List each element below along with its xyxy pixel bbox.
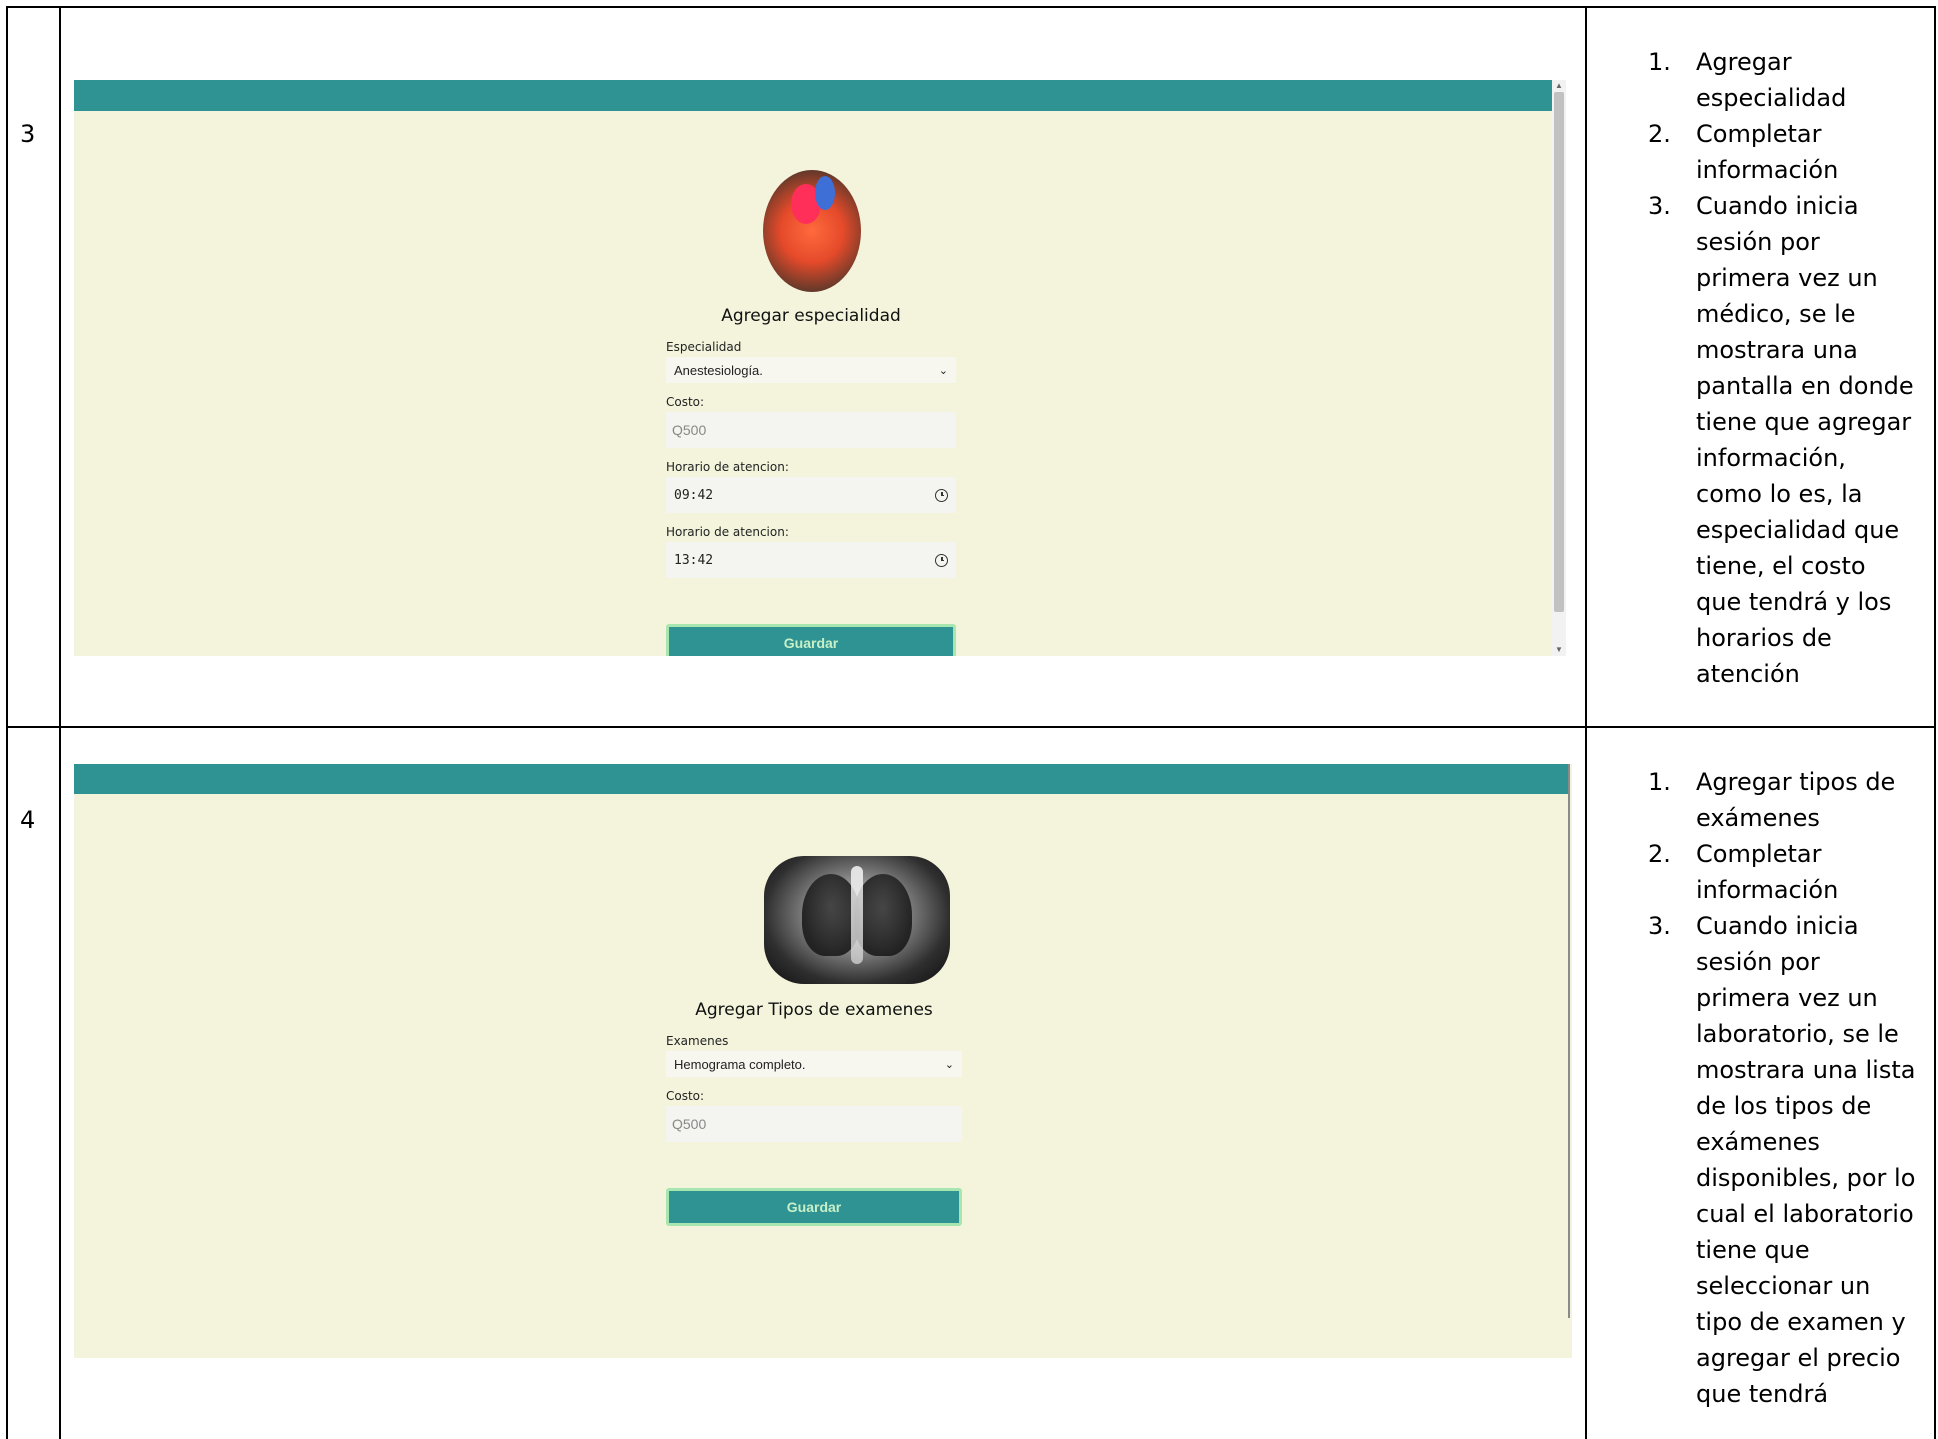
scrollbar-thumb[interactable]: [1554, 92, 1564, 612]
chevron-down-icon: ⌄: [944, 1058, 954, 1071]
table-number-column-divider: [59, 6, 61, 1439]
scroll-down-arrow-icon[interactable]: ▼: [1552, 644, 1566, 656]
examenes-select[interactable]: Hemograma completo. ⌄: [666, 1051, 962, 1077]
row-4-notes: 1. Agregar tipos de exámenes 2. Completar …: [1648, 764, 1918, 1412]
chevron-down-icon: ⌄: [938, 364, 948, 377]
horario-inicio-value: 09:42: [674, 487, 714, 503]
scroll-up-arrow-icon[interactable]: ▲: [1552, 80, 1566, 92]
table-top-border: [6, 6, 1934, 8]
table-left-border: [6, 6, 8, 1439]
spine-shape: [851, 866, 863, 964]
horario-fin-label: Horario de atencion:: [666, 525, 789, 539]
costo-placeholder: Q500: [672, 1116, 707, 1132]
row-3-notes: 1. Agregar especialidad 2. Completar infor…: [1648, 44, 1918, 692]
examenes-form: Agregar Tipos de examenes Examenes Hemog…: [666, 1000, 962, 1226]
especialidad-form: Agregar especialidad Especialidad Aneste…: [666, 306, 956, 656]
horario-inicio-input[interactable]: 09:42: [666, 477, 956, 513]
screenshot-agregar-tipos-examenes: Agregar Tipos de examenes Examenes Hemog…: [74, 764, 1572, 1358]
form-title: Agregar especialidad: [721, 306, 901, 326]
app-header-bar: [74, 764, 1568, 794]
note-item: 2. Completar información: [1648, 840, 1839, 904]
vertical-scrollbar[interactable]: ▲ ▼: [1552, 80, 1566, 656]
costo-label: Costo:: [666, 1089, 705, 1103]
app-header-bar: [74, 80, 1552, 111]
clock-icon[interactable]: [935, 488, 948, 502]
costo-input[interactable]: Q500: [666, 412, 956, 448]
note-item: 1. Agregar tipos de exámenes: [1648, 768, 1896, 832]
costo-input[interactable]: Q500: [666, 1106, 962, 1142]
row-number: 3: [20, 120, 36, 148]
horario-fin-value: 13:42: [674, 552, 714, 568]
heart-model-image: [763, 170, 861, 292]
horario-fin-input[interactable]: 13:42: [666, 542, 956, 578]
especialidad-label: Especialidad: [666, 340, 742, 354]
clock-icon[interactable]: [935, 553, 948, 567]
note-item: 3. Cuando inicia sesión por primera vez u…: [1648, 192, 1914, 688]
guardar-button[interactable]: Guardar: [666, 624, 956, 656]
horario-inicio-label: Horario de atencion:: [666, 460, 789, 474]
vein-shape: [815, 176, 835, 210]
guardar-button[interactable]: Guardar: [666, 1188, 962, 1226]
costo-placeholder: Q500: [672, 422, 707, 438]
table-row-divider: [6, 726, 1934, 728]
examenes-select-value: Hemograma completo.: [674, 1056, 806, 1072]
especialidad-select-value: Anestesiología.: [674, 362, 763, 378]
form-title: Agregar Tipos de examenes: [695, 1000, 933, 1020]
chest-xray-image: [764, 856, 950, 984]
examenes-label: Examenes: [666, 1034, 729, 1048]
row-number: 4: [20, 806, 36, 834]
page-right-edge: [1568, 764, 1570, 1318]
table-right-border: [1934, 6, 1936, 1439]
note-item: 2. Completar información: [1648, 120, 1839, 184]
note-item: 1. Agregar especialidad: [1648, 48, 1847, 112]
especialidad-select[interactable]: Anestesiología. ⌄: [666, 357, 956, 383]
costo-label: Costo:: [666, 395, 705, 409]
table-notes-column-divider: [1585, 6, 1587, 1439]
screenshot-agregar-especialidad: ▲ ▼ Agregar especialidad Especialidad An…: [74, 80, 1566, 656]
note-item: 3. Cuando inicia sesión por primera vez u…: [1648, 912, 1916, 1408]
